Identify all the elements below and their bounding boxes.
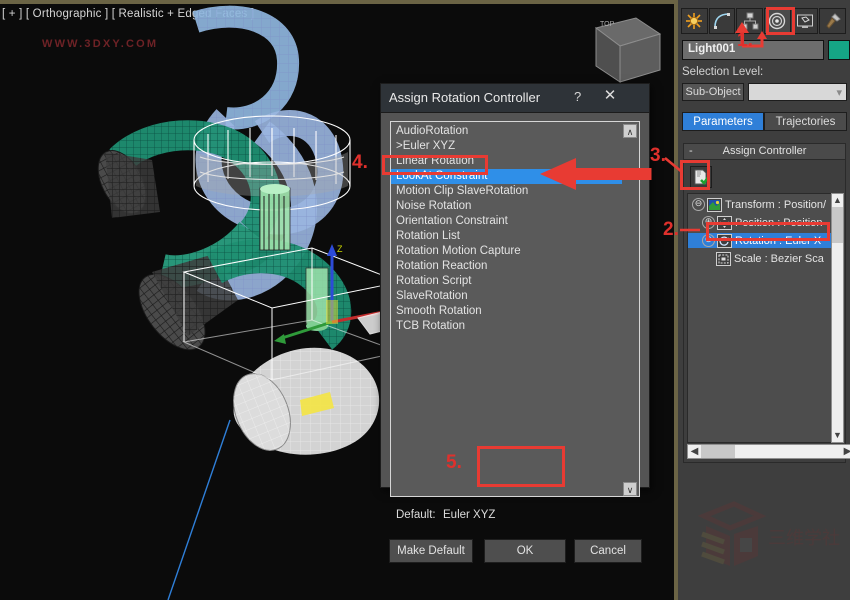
- list-item[interactable]: Orientation Constraint: [391, 214, 622, 229]
- annotation-number-2: 2.: [663, 219, 679, 241]
- assign-controller-rollout: - Assign Controller ⊖ Transform : Positi…: [683, 143, 846, 463]
- list-item[interactable]: Motion Clip SlaveRotation: [391, 184, 622, 199]
- tree-row-transform[interactable]: ⊖ Transform : Position/: [688, 197, 826, 212]
- annotation-number-4: 4.: [352, 152, 368, 174]
- list-vertical-scrollbar[interactable]: ∧ ∨: [622, 123, 638, 497]
- scale-icon: [716, 252, 731, 266]
- tree-label-scale: Scale : Bezier Sca: [734, 253, 824, 265]
- motion-panel-tabs: Parameters Trajectories: [682, 112, 847, 131]
- list-item[interactable]: Noise Rotation: [391, 199, 622, 214]
- modify-tab-icon[interactable]: [709, 8, 736, 34]
- annotation-box-lookat-item: [382, 155, 488, 175]
- assign-rotation-controller-dialog: Assign Rotation Controller ? ✕ AudioRota…: [380, 83, 650, 488]
- tree-label-transform: Transform : Position/: [725, 199, 826, 211]
- sub-object-button[interactable]: Sub-Object: [682, 83, 744, 101]
- list-item[interactable]: SlaveRotation: [391, 289, 622, 304]
- list-item[interactable]: Rotation List: [391, 229, 622, 244]
- tree-row-scale[interactable]: Scale : Bezier Sca: [688, 251, 824, 266]
- controller-list[interactable]: AudioRotation >Euler XYZ Linear Rotation…: [390, 121, 640, 497]
- hscrollbar-thumb[interactable]: [701, 445, 735, 458]
- collapse-expander-icon[interactable]: ⊖: [692, 198, 705, 211]
- tab-trajectories[interactable]: Trajectories: [764, 112, 847, 131]
- scrollbar-thumb[interactable]: [832, 207, 843, 243]
- annotation-number-5: 5.: [446, 452, 462, 474]
- scroll-down-icon[interactable]: ∨: [623, 482, 637, 496]
- sub-object-dropdown[interactable]: ▾: [748, 83, 847, 101]
- ok-button[interactable]: OK: [484, 539, 566, 563]
- scroll-right-icon[interactable]: ▶: [841, 445, 850, 458]
- svg-text:Z: Z: [337, 244, 343, 254]
- list-item[interactable]: Rotation Reaction: [391, 259, 622, 274]
- rollout-title: Assign Controller: [723, 145, 807, 157]
- command-panel: Light001 Selection Level: Sub-Object ▾ P…: [678, 0, 850, 600]
- rollout-collapse-icon[interactable]: -: [689, 144, 693, 159]
- help-icon[interactable]: ?: [574, 89, 581, 104]
- command-panel-tab-toolbar: [681, 8, 847, 34]
- list-item[interactable]: Rotation Motion Capture: [391, 244, 622, 259]
- list-item[interactable]: Smooth Rotation: [391, 304, 622, 319]
- create-tab-icon[interactable]: [681, 8, 708, 34]
- object-name-field[interactable]: Light001: [682, 40, 824, 60]
- dialog-title-bar[interactable]: Assign Rotation Controller ? ✕: [381, 84, 649, 113]
- display-tab-icon[interactable]: [792, 8, 819, 34]
- sub-object-row: Sub-Object ▾: [682, 83, 847, 101]
- transform-icon: [707, 198, 722, 212]
- controller-tree-horizontal-scrollbar[interactable]: ◀ ▶: [687, 444, 850, 459]
- scroll-down-icon[interactable]: ▼: [832, 429, 843, 442]
- controller-tree-vertical-scrollbar[interactable]: ▲ ▼: [831, 193, 844, 443]
- annotation-number-3: 3.: [650, 145, 666, 167]
- scroll-up-icon[interactable]: ∧: [623, 124, 637, 138]
- annotation-box-rotation-row: [706, 222, 830, 241]
- footer-watermark-logo: 三维学社: [690, 500, 850, 580]
- chevron-down-icon: ▾: [836, 85, 842, 101]
- annotation-box-assign-button: [680, 160, 710, 190]
- list-item[interactable]: Rotation Script: [391, 274, 622, 289]
- object-color-swatch[interactable]: [828, 40, 850, 60]
- list-item[interactable]: TCB Rotation: [391, 319, 622, 334]
- annotation-number-1: 1.: [737, 30, 753, 52]
- svg-text:三维学社: 三维学社: [768, 528, 840, 548]
- rollout-header[interactable]: - Assign Controller: [684, 144, 845, 160]
- list-item[interactable]: AudioRotation: [391, 124, 622, 139]
- annotation-box-ok-button: [477, 446, 565, 487]
- svg-text:TOP: TOP: [600, 21, 615, 28]
- make-default-button[interactable]: Make Default: [389, 539, 473, 563]
- scroll-left-icon[interactable]: ◀: [688, 445, 701, 458]
- dialog-title: Assign Rotation Controller: [389, 90, 540, 105]
- default-label: Default:: [396, 509, 436, 521]
- selection-level-label: Selection Level:: [682, 66, 763, 78]
- scroll-up-icon[interactable]: ▲: [832, 194, 843, 207]
- default-value: Euler XYZ: [443, 509, 495, 521]
- close-icon[interactable]: ✕: [599, 88, 621, 106]
- list-item[interactable]: >Euler XYZ: [391, 139, 622, 154]
- annotation-box-motion-tab: [766, 7, 795, 35]
- cancel-button[interactable]: Cancel: [574, 539, 642, 563]
- object-name-row: Light001: [682, 40, 847, 60]
- utilities-tab-icon[interactable]: [819, 8, 846, 34]
- tab-parameters[interactable]: Parameters: [682, 112, 764, 131]
